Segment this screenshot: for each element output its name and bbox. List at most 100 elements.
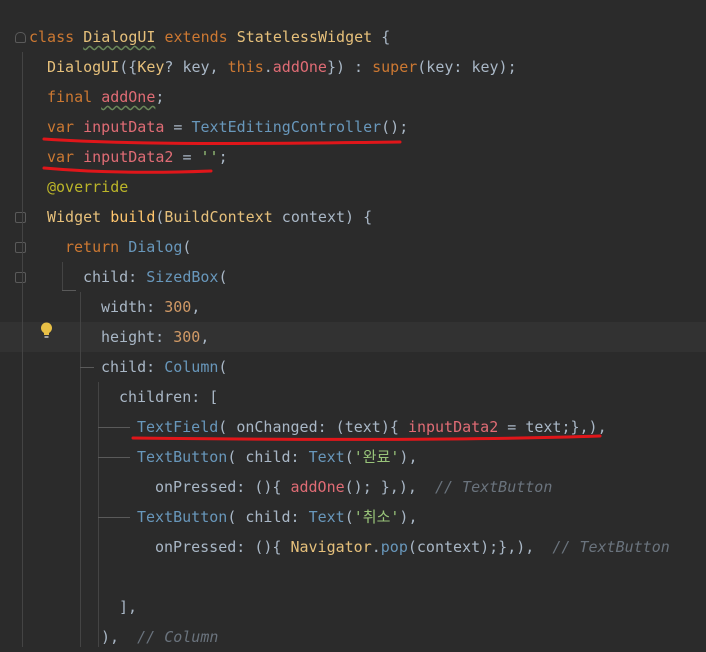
- code-text: ],: [119, 592, 137, 622]
- code-line[interactable]: @override: [0, 172, 706, 202]
- code-token: TextField: [137, 418, 219, 436]
- code-token: addOne: [290, 478, 345, 496]
- code-token: var: [47, 118, 84, 136]
- fold-marker-icon[interactable]: [15, 32, 26, 43]
- tree-branch: [62, 290, 76, 291]
- code-token: (: [344, 448, 354, 466]
- code-text: children: [: [119, 382, 218, 412]
- code-token: context) {: [272, 208, 373, 226]
- code-text: width: 300,: [101, 292, 200, 322]
- code-line[interactable]: ), // Column: [0, 622, 706, 652]
- lightbulb-icon[interactable]: [40, 322, 53, 340]
- code-text: child: Column(: [101, 352, 227, 382]
- code-token: width:: [101, 298, 165, 316]
- code-token: (context);},),: [407, 538, 553, 556]
- code-token: onPressed: (){: [155, 478, 291, 496]
- code-token: Column: [164, 358, 219, 376]
- code-token: ,: [191, 298, 201, 316]
- code-line[interactable]: var inputData = TextEditingController();: [0, 112, 706, 142]
- code-line[interactable]: return Dialog(: [0, 232, 706, 262]
- code-token: BuildContext: [164, 208, 273, 226]
- indent-guide: [80, 292, 81, 647]
- code-text: ), // Column: [101, 622, 218, 652]
- code-text: @override: [47, 172, 128, 202]
- code-line[interactable]: DialogUI({Key? key, this.addOne}) : supe…: [0, 52, 706, 82]
- code-token: child:: [101, 358, 165, 376]
- code-token: Dialog: [128, 238, 183, 256]
- code-token: ? key,: [164, 58, 228, 76]
- code-token: ( onChanged: (text){: [218, 418, 408, 436]
- code-token: extends: [155, 28, 237, 46]
- code-token: addOne: [272, 58, 327, 76]
- code-token: (: [218, 268, 228, 286]
- indent-guide: [22, 52, 23, 647]
- code-line[interactable]: ],: [0, 592, 706, 622]
- code-token: TextEditingController: [191, 118, 382, 136]
- code-token: =: [164, 118, 192, 136]
- tree-branch: [98, 427, 130, 428]
- code-token: height:: [101, 328, 174, 346]
- code-text: onPressed: (){ addOne(); },), // TextBut…: [155, 472, 552, 502]
- indent-guide: [98, 382, 99, 647]
- code-token: (key: key);: [417, 58, 517, 76]
- code-line[interactable]: onPressed: (){ addOne(); },), // TextBut…: [0, 472, 706, 502]
- code-token: ;: [218, 148, 228, 166]
- code-token: addOne: [101, 88, 156, 106]
- code-text: child: SizedBox(: [83, 262, 228, 292]
- code-token: (); },),: [344, 478, 435, 496]
- tree-branch: [98, 517, 130, 518]
- code-token: // TextButton: [552, 538, 670, 556]
- code-token: children: [: [119, 388, 219, 406]
- code-token: Navigator: [290, 538, 372, 556]
- code-line[interactable]: [0, 562, 706, 592]
- fold-marker-icon[interactable]: [15, 212, 26, 223]
- code-token: ),: [399, 508, 418, 526]
- code-editor[interactable]: class DialogUI extends StatelessWidget {…: [0, 0, 706, 647]
- code-token: SizedBox: [146, 268, 219, 286]
- code-token: {: [372, 28, 391, 46]
- code-token: Text: [308, 508, 345, 526]
- code-line[interactable]: height: 300,: [0, 322, 706, 352]
- code-line[interactable]: width: 300,: [0, 292, 706, 322]
- code-line[interactable]: onPressed: (){ Navigator.pop(context);},…: [0, 532, 706, 562]
- code-line[interactable]: final addOne;: [0, 82, 706, 112]
- code-token: // TextButton: [434, 478, 553, 496]
- code-token: // Column: [137, 628, 219, 646]
- code-token: = text;},),: [498, 418, 607, 436]
- code-token: 300: [164, 298, 192, 316]
- code-token: ),: [399, 448, 418, 466]
- code-text: Widget build(BuildContext context) {: [47, 202, 372, 232]
- code-token: =: [173, 148, 201, 166]
- code-text: TextField( onChanged: (text){ inputData2…: [137, 412, 607, 442]
- code-token: ,: [200, 328, 210, 346]
- fold-marker-icon[interactable]: [15, 242, 26, 253]
- code-line[interactable]: class DialogUI extends StatelessWidget {: [0, 22, 706, 52]
- code-token: class: [29, 28, 84, 46]
- code-text: TextButton( child: Text('취소'),: [137, 502, 417, 532]
- code-token: build: [110, 208, 156, 226]
- code-token: ( child:: [227, 448, 309, 466]
- code-line[interactable]: child: Column(: [0, 352, 706, 382]
- code-token: super: [372, 58, 418, 76]
- code-token: onPressed: (){: [155, 538, 291, 556]
- code-text: class DialogUI extends StatelessWidget {: [29, 22, 390, 52]
- code-line[interactable]: var inputData2 = '';: [0, 142, 706, 172]
- code-token: var: [47, 148, 84, 166]
- code-text: height: 300,: [101, 322, 209, 352]
- code-token: Widget: [47, 208, 111, 226]
- code-token: (: [344, 508, 354, 526]
- code-line[interactable]: child: SizedBox(: [0, 262, 706, 292]
- code-token: this: [227, 58, 264, 76]
- code-token: Text: [308, 448, 345, 466]
- code-text: var inputData = TextEditingController();: [47, 112, 408, 142]
- code-text: onPressed: (){ Navigator.pop(context);},…: [155, 532, 670, 562]
- code-line[interactable]: Widget build(BuildContext context) {: [0, 202, 706, 232]
- code-token: '완료': [353, 448, 400, 466]
- code-token: (: [182, 238, 192, 256]
- code-text: TextButton( child: Text('완료'),: [137, 442, 417, 472]
- code-token: ();: [381, 118, 409, 136]
- fold-marker-icon[interactable]: [15, 272, 26, 283]
- code-token: return: [65, 238, 129, 256]
- code-line[interactable]: children: [: [0, 382, 706, 412]
- code-token: inputData2: [407, 418, 499, 436]
